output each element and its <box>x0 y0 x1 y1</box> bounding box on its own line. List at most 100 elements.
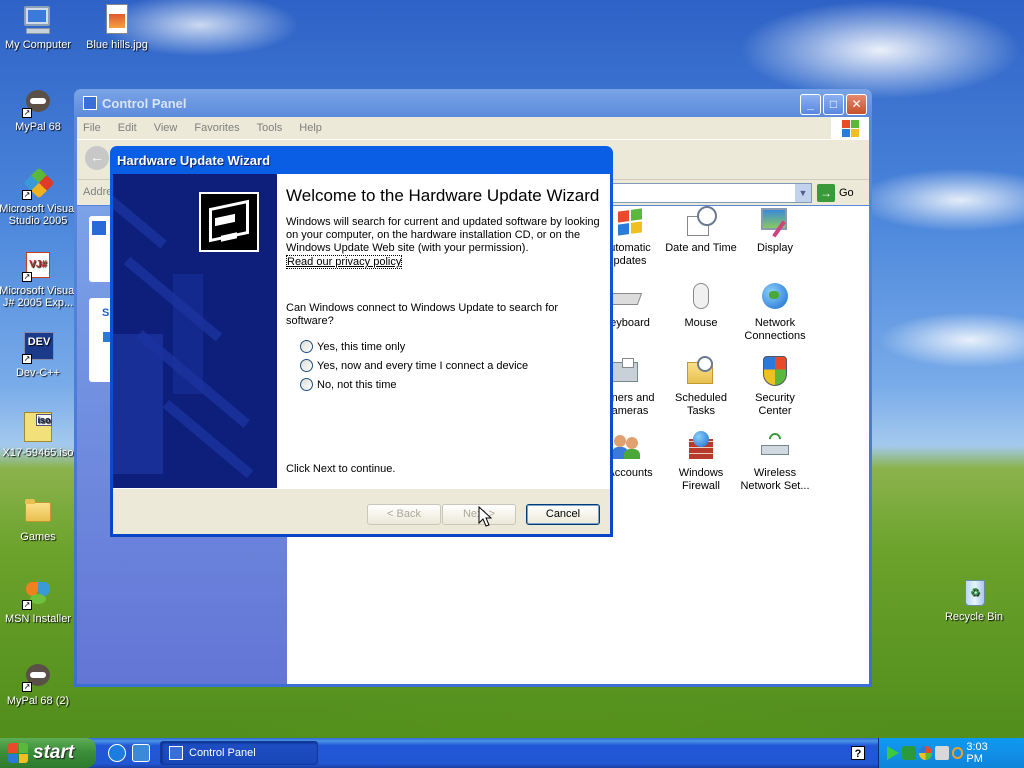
raccoon-icon: ↗ <box>22 660 54 692</box>
wizard-titlebar[interactable]: Hardware Update Wizard <box>113 146 610 174</box>
control-panel-titlebar[interactable]: Control Panel <box>77 89 869 117</box>
desktop-icon-my-computer[interactable]: My Computer <box>0 4 78 51</box>
scheduled-tasks-icon <box>685 356 717 388</box>
cp-item-windows-firewall[interactable]: Windows Firewall <box>661 431 741 493</box>
start-button[interactable]: start <box>0 738 96 768</box>
system-tray: 3:03 PM <box>878 738 1024 768</box>
internet-explorer-icon[interactable] <box>108 744 126 762</box>
task-pane-box: S <box>89 298 111 382</box>
search-tray-icon[interactable] <box>951 747 964 759</box>
radio-no-not-this-time[interactable]: No, not this time <box>300 375 600 394</box>
shortcut-arrow-icon: ↗ <box>22 600 32 610</box>
network-tray-icon[interactable] <box>902 746 916 760</box>
wizard-title: Hardware Update Wizard <box>117 152 271 168</box>
scanner-icon <box>612 356 646 388</box>
raccoon-icon: ↗ <box>22 86 54 118</box>
back-arrow-icon[interactable]: ← <box>85 146 109 170</box>
control-panel-icon <box>169 746 183 760</box>
firewall-icon <box>685 431 717 463</box>
desktop-icon-games[interactable]: Games <box>0 496 78 543</box>
menu-file[interactable]: File <box>83 122 101 134</box>
hardware-update-wizard-dialog[interactable]: Hardware Update Wizard Welcome to the Ha… <box>110 146 613 537</box>
desktop-icon-devcpp[interactable]: DEV ↗ Dev-C++ <box>0 332 78 379</box>
cp-item-display[interactable]: Display <box>735 206 815 255</box>
menu-favorites[interactable]: Favorites <box>194 122 239 134</box>
play-arrow-icon[interactable] <box>887 746 899 760</box>
mouse-cursor-icon <box>478 506 492 527</box>
desktop-icon-vj2005[interactable]: VJ# ↗ Microsoft Visual J# 2005 Exp... <box>0 250 78 309</box>
cp-item-wireless-network-setup[interactable]: Wireless Network Set... <box>735 430 815 493</box>
cp-item-mouse[interactable]: Mouse <box>661 281 741 330</box>
menu-bar: File Edit View Favorites Tools Help <box>77 117 869 139</box>
wizard-question: Can Windows connect to Windows Update to… <box>286 302 559 327</box>
cancel-button[interactable]: Cancel <box>526 504 600 525</box>
windows-logo-icon <box>831 117 869 139</box>
address-label: Addre <box>83 186 113 198</box>
menu-view[interactable]: View <box>154 122 178 134</box>
maximize-button[interactable]: □ <box>823 94 844 115</box>
shortcut-arrow-icon: ↗ <box>22 354 32 364</box>
date-time-icon <box>685 206 717 238</box>
continue-instruction: Click Next to continue. <box>286 463 396 475</box>
menu-edit[interactable]: Edit <box>118 122 137 134</box>
taskbar: start Control Panel ? 3:03 PM <box>0 738 1024 768</box>
radio-button-icon[interactable] <box>300 340 313 353</box>
user-accounts-icon <box>612 431 646 463</box>
shortcut-arrow-icon: ↗ <box>22 272 32 282</box>
cp-item-scheduled-tasks[interactable]: Scheduled Tasks <box>661 356 741 418</box>
menu-tools[interactable]: Tools <box>257 122 283 134</box>
hardware-card-icon <box>199 192 259 252</box>
cp-item-network-connections[interactable]: Network Connections <box>735 281 815 343</box>
desktop-icon-iso[interactable]: iso X17-59465.iso <box>0 412 78 459</box>
wizard-main-panel: Welcome to the Hardware Update Wizard Wi… <box>277 174 610 488</box>
menu-help[interactable]: Help <box>299 122 322 134</box>
security-tray-icon[interactable] <box>918 746 933 760</box>
taskbar-item-control-panel[interactable]: Control Panel <box>160 741 318 765</box>
cp-item-date-and-time[interactable]: Date and Time <box>661 206 741 255</box>
start-label: start <box>33 742 75 763</box>
speaker-tray-icon[interactable] <box>935 746 949 760</box>
wizard-button-bar: < Back Next > Cancel <box>113 488 610 534</box>
shortcut-arrow-icon: ↗ <box>22 682 32 692</box>
chevron-down-icon[interactable]: ▼ <box>795 184 811 202</box>
radio-yes-every-time[interactable]: Yes, now and every time I connect a devi… <box>300 356 600 375</box>
shortcut-arrow-icon: ↗ <box>22 190 32 200</box>
privacy-policy-link[interactable]: Read our privacy policy <box>286 255 403 269</box>
iso-file-icon: iso <box>22 412 54 444</box>
go-label: Go <box>839 187 854 199</box>
dev-cpp-icon: DEV ↗ <box>22 332 54 364</box>
wizard-body: Welcome to the Hardware Update Wizard Wi… <box>113 174 610 534</box>
back-button[interactable]: < Back <box>367 504 441 525</box>
go-button[interactable]: → Go <box>817 184 854 202</box>
display-icon <box>759 206 791 238</box>
minimize-button[interactable]: _ <box>800 94 821 115</box>
msn-butterfly-icon: ↗ <box>22 578 54 610</box>
see-also-label: S <box>102 307 110 319</box>
security-center-icon <box>759 356 791 388</box>
radio-button-icon[interactable] <box>300 378 313 391</box>
shortcut-arrow-icon: ↗ <box>22 108 32 118</box>
quick-launch <box>108 744 150 762</box>
desktop-icon-mypal68[interactable]: ↗ MyPal 68 <box>0 86 78 133</box>
cp-item-security-center[interactable]: Security Center <box>735 356 815 418</box>
mouse-icon <box>685 281 717 313</box>
desktop-icon-mypal68-2[interactable]: ↗ MyPal 68 (2) <box>0 660 78 707</box>
windows-logo-icon <box>8 743 28 763</box>
radio-yes-this-time[interactable]: Yes, this time only <box>300 337 600 356</box>
visual-j-sharp-icon: VJ# ↗ <box>22 250 54 282</box>
help-icon[interactable]: ? <box>851 746 865 760</box>
close-button[interactable]: ✕ <box>846 94 867 115</box>
computer-icon <box>22 4 54 36</box>
wizard-side-banner <box>113 174 277 488</box>
control-panel-switch-icon[interactable] <box>91 220 107 236</box>
desktop-icon-msn[interactable]: ↗ MSN Installer <box>0 578 78 625</box>
image-file-icon <box>101 4 133 36</box>
clock[interactable]: 3:03 PM <box>966 741 1006 765</box>
show-desktop-icon[interactable] <box>132 744 150 762</box>
radio-button-icon[interactable] <box>300 359 313 372</box>
desktop-icon-vs2005[interactable]: ↗ Microsoft Visual Studio 2005 <box>0 167 78 227</box>
task-pane-box <box>89 216 111 282</box>
desktop-icon-blue-hills[interactable]: Blue hills.jpg <box>77 4 157 51</box>
windows-update-icon <box>614 206 646 238</box>
desktop-icon-recycle-bin[interactable]: ♻ Recycle Bin <box>934 576 1014 623</box>
